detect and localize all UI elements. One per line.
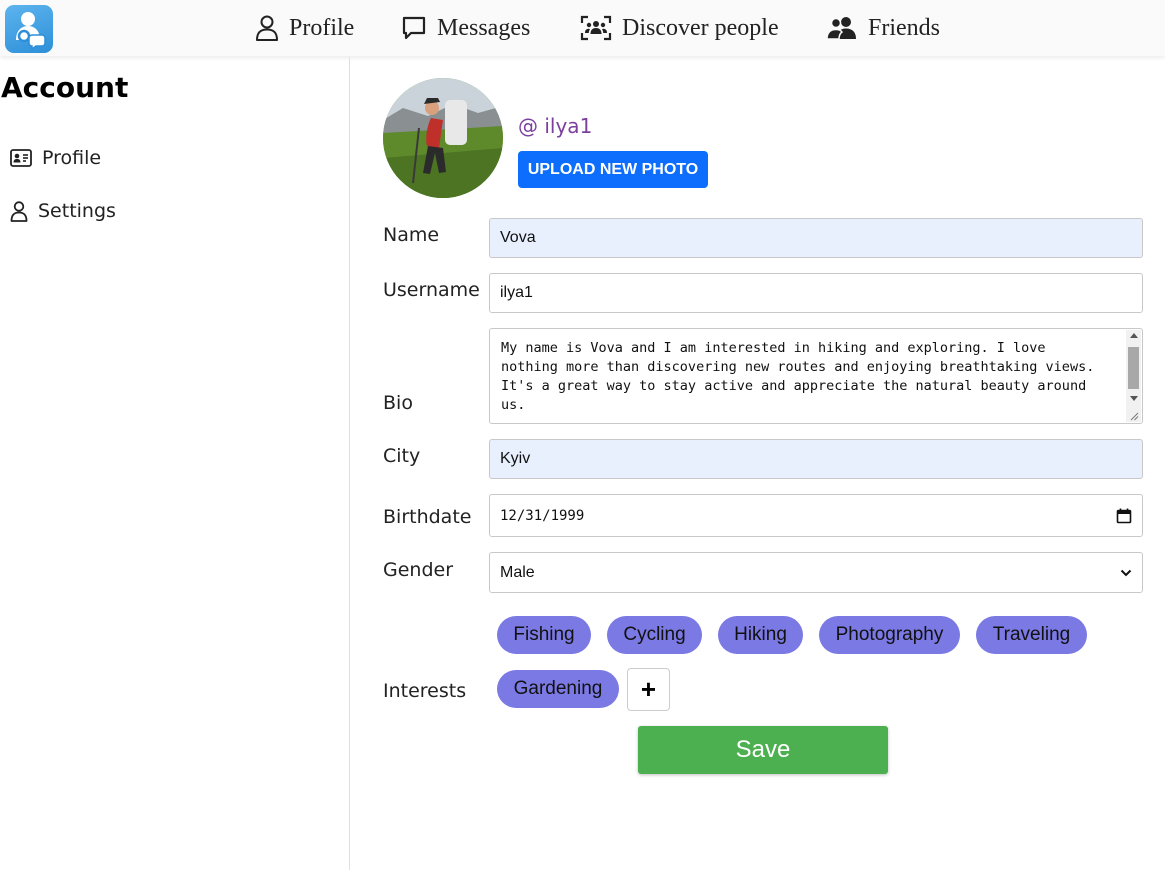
nav-discover-people[interactable]: Discover people xyxy=(580,0,779,56)
save-button[interactable]: Save xyxy=(638,726,888,774)
interest-chip-label: Cycling xyxy=(623,624,686,645)
chevron-down-icon xyxy=(1120,569,1132,576)
gender-value: Male xyxy=(500,563,535,581)
city-label: City xyxy=(383,445,421,467)
account-sidebar: Account Profile Settings xyxy=(0,57,350,870)
birthdate-value: 12/31/1999 xyxy=(500,507,585,524)
city-value: Kyiv xyxy=(500,450,531,467)
username-handle: @ ilya1 xyxy=(518,114,593,138)
interest-chip-traveling[interactable]: Traveling xyxy=(976,616,1087,654)
username-value: ilya1 xyxy=(500,284,533,301)
gender-select[interactable]: Male xyxy=(489,552,1143,593)
interest-chip-hiking[interactable]: Hiking xyxy=(718,616,803,654)
nav-friends[interactable]: Friends xyxy=(826,0,940,56)
interest-chip-label: Fishing xyxy=(513,624,575,645)
chat-bubble-icon xyxy=(402,16,426,40)
scroll-up-arrow-icon[interactable] xyxy=(1130,333,1138,338)
interest-chip-photography[interactable]: Photography xyxy=(819,616,960,654)
profile-avatar[interactable] xyxy=(383,78,503,198)
interest-chip-label: Hiking xyxy=(734,624,787,645)
sidebar-item-label: Profile xyxy=(42,147,102,169)
interest-chip-label: Photography xyxy=(835,624,944,645)
nav-messages-label: Messages xyxy=(437,14,531,41)
nav-friends-label: Friends xyxy=(868,14,940,41)
name-input[interactable]: Vova xyxy=(489,218,1143,258)
bio-value: My name is Vova and I am interested in h… xyxy=(501,340,1095,413)
sidebar-title: Account xyxy=(1,71,129,104)
calendar-icon[interactable] xyxy=(1116,508,1132,524)
gender-label: Gender xyxy=(383,559,454,581)
name-value: Vova xyxy=(500,229,536,246)
sidebar-item-settings[interactable]: Settings xyxy=(10,200,116,222)
person-icon xyxy=(256,15,278,41)
city-input[interactable]: Kyiv xyxy=(489,439,1143,479)
bio-label: Bio xyxy=(383,392,413,414)
resize-grip-icon[interactable] xyxy=(1130,412,1139,421)
bio-scrollbar[interactable] xyxy=(1126,330,1141,422)
scroll-thumb[interactable] xyxy=(1128,347,1139,389)
add-interest-button[interactable]: + xyxy=(627,668,670,711)
interests-label: Interests xyxy=(383,680,467,702)
sidebar-item-label: Settings xyxy=(38,200,116,222)
nav-messages[interactable]: Messages xyxy=(401,0,530,56)
nav-profile-label: Profile xyxy=(289,14,355,41)
people-icon xyxy=(826,17,856,40)
person-outline-icon xyxy=(10,200,28,222)
nav-profile[interactable]: Profile xyxy=(255,0,354,56)
app-logo[interactable] xyxy=(5,5,53,53)
sidebar-item-profile[interactable]: Profile xyxy=(10,147,101,169)
interest-chip-gardening[interactable]: Gardening xyxy=(497,670,619,708)
username-input[interactable]: ilya1 xyxy=(489,273,1143,313)
interest-chip-label: Traveling xyxy=(992,624,1071,645)
nav-discover-label: Discover people xyxy=(622,14,779,41)
avatar-photo xyxy=(383,78,503,198)
upload-photo-button[interactable]: UPLOAD NEW PHOTO xyxy=(518,151,708,188)
top-navbar: Profile Messages Discover people Friends xyxy=(0,0,1165,56)
interest-chip-label: Gardening xyxy=(513,678,603,699)
birthdate-input[interactable]: 12/31/1999 xyxy=(489,494,1143,537)
people-scan-icon xyxy=(580,15,612,41)
interest-chip-fishing[interactable]: Fishing xyxy=(497,616,591,654)
logo-icon xyxy=(16,12,46,51)
username-label: Username xyxy=(383,279,480,301)
scroll-down-arrow-icon[interactable] xyxy=(1130,396,1138,401)
birthdate-label: Birthdate xyxy=(383,506,472,528)
bio-textarea[interactable]: My name is Vova and I am interested in h… xyxy=(489,328,1143,424)
interest-chip-cycling[interactable]: Cycling xyxy=(607,616,702,654)
id-card-icon xyxy=(10,149,32,167)
name-label: Name xyxy=(383,224,440,246)
